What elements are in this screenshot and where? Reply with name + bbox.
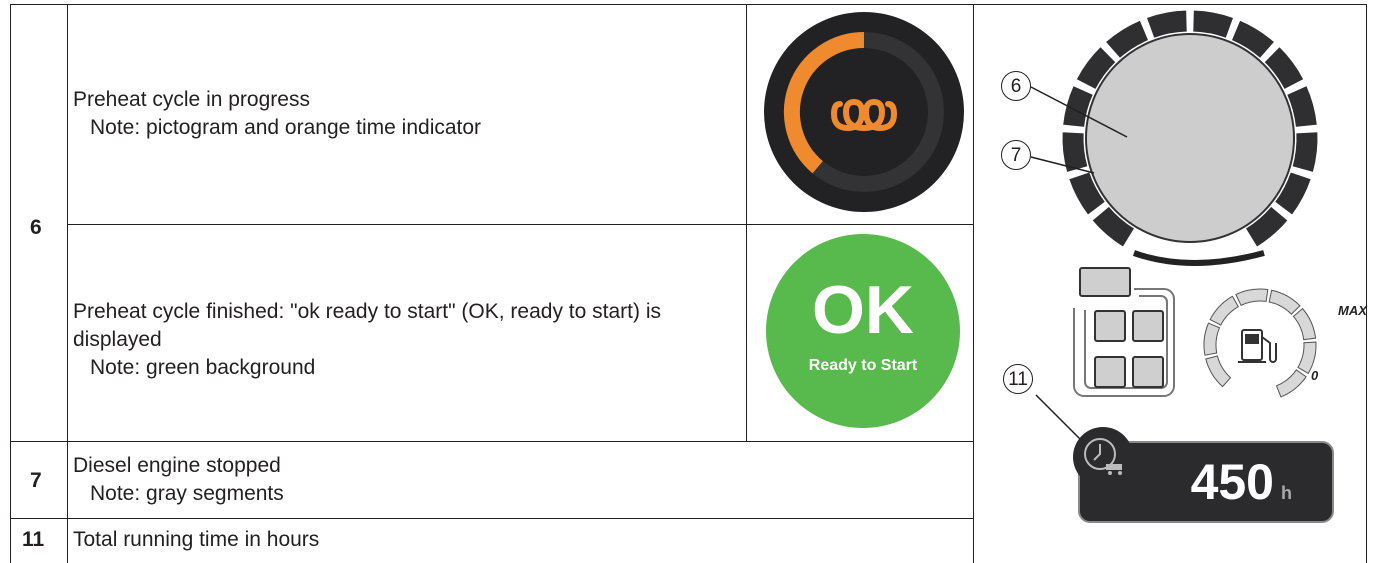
row-7-note: Note: gray segments xyxy=(90,482,284,505)
fuel-segment xyxy=(1209,295,1240,326)
fuel-pump-icon xyxy=(1238,329,1277,363)
column-divider-number xyxy=(67,4,68,563)
fuel-segment xyxy=(1292,307,1317,341)
row-divider-6a-6b xyxy=(67,224,973,225)
preheat-arc-svg xyxy=(783,32,944,192)
row-number-7: 7 xyxy=(30,469,42,492)
engine-segment xyxy=(1291,131,1319,174)
row-6b-note: Note: green background xyxy=(90,356,316,379)
column-divider-image xyxy=(746,4,747,441)
callout-7: 7 xyxy=(1001,140,1031,170)
fuel-segment xyxy=(1275,369,1307,398)
row-6a-description: Preheat cycle in progress Note: pictogra… xyxy=(73,86,733,142)
row-number-6: 6 xyxy=(30,216,42,239)
callout-6: 6 xyxy=(1001,71,1031,101)
fuel-segment xyxy=(1268,289,1301,315)
row-11-description: Total running time in hours xyxy=(73,526,953,554)
keypad-icon xyxy=(1073,267,1175,397)
fuel-zero-label: 0 xyxy=(1311,368,1319,383)
running-hours-unit: h xyxy=(1281,483,1292,503)
running-hours-value: 450 xyxy=(1190,454,1274,510)
row-11-text: Total running time in hours xyxy=(73,528,320,551)
row-divider-7-11 xyxy=(10,518,973,519)
glow-plug-icon xyxy=(830,98,898,132)
callout-11: 11 xyxy=(1003,364,1033,394)
fuel-segment xyxy=(1235,288,1269,306)
row-7-text: Diesel engine stopped xyxy=(73,454,281,477)
row-6a-text: Preheat cycle in progress xyxy=(73,88,310,111)
ok-label: OK xyxy=(812,272,914,348)
ring-bottom-bar xyxy=(1132,250,1265,266)
row-6a-note: Note: pictogram and orange time indicato… xyxy=(90,116,482,139)
center-gauge xyxy=(1085,33,1295,243)
fuel-segment xyxy=(1203,322,1221,356)
preheat-indicator xyxy=(764,12,964,212)
row-6b-description: Preheat cycle finished: "ok ready to sta… xyxy=(73,298,743,382)
row-divider-6-7 xyxy=(10,441,973,442)
fuel-gauge xyxy=(1203,288,1317,398)
fuel-max-label: MAX xyxy=(1338,303,1367,318)
row-number-11: 11 xyxy=(22,528,45,551)
ok-ready-indicator: OK Ready to Start xyxy=(766,234,960,428)
fuel-segment xyxy=(1205,355,1232,388)
ready-to-start-label: Ready to Start xyxy=(808,357,918,374)
row-6b-text: Preheat cycle finished: "ok ready to sta… xyxy=(73,300,661,351)
engine-hours-icon xyxy=(1073,427,1133,487)
row-7-description: Diesel engine stopped Note: gray segment… xyxy=(73,452,953,508)
